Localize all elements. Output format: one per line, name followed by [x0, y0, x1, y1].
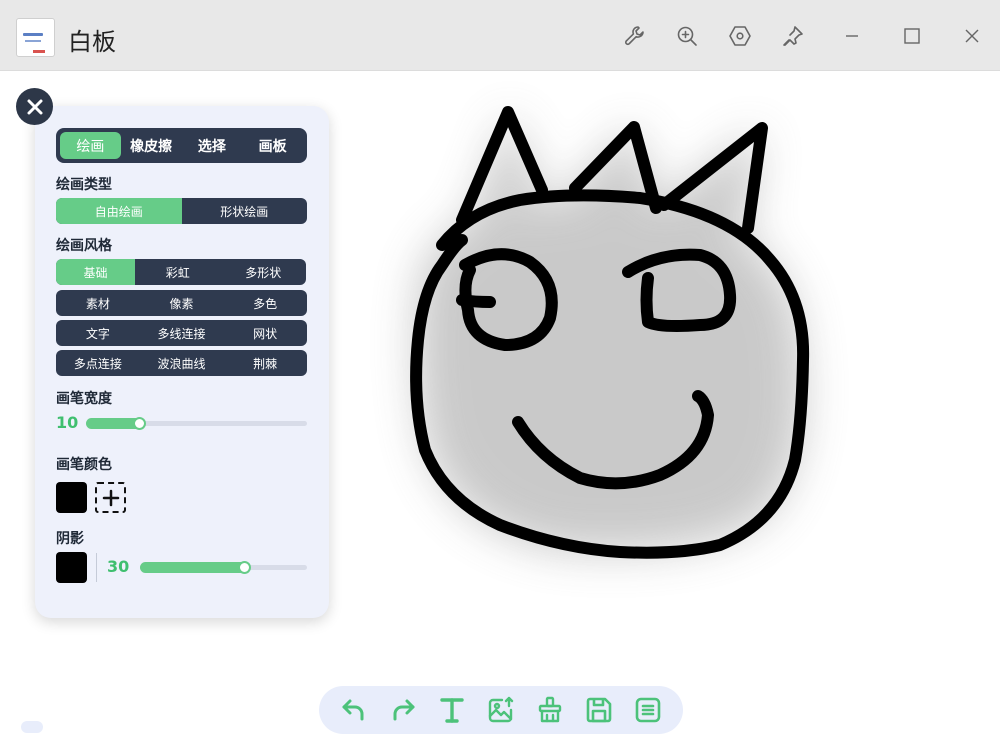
- style-rainbow[interactable]: 彩虹: [135, 259, 221, 285]
- pin-icon[interactable]: [779, 22, 807, 50]
- draw-type-shape[interactable]: 形状绘画: [182, 198, 308, 224]
- style-mesh[interactable]: 网状: [223, 320, 307, 346]
- undo-button[interactable]: [336, 692, 372, 728]
- draw-style-row-2: 素材 像素 多色: [56, 290, 307, 316]
- brush-width-slider-row: 10: [56, 413, 307, 433]
- clean-brush-icon: [538, 696, 562, 723]
- list-icon: [636, 697, 661, 723]
- brush-width-thumb[interactable]: [133, 417, 146, 430]
- image-upload-icon: [488, 696, 514, 723]
- close-panel-button[interactable]: [16, 88, 53, 125]
- wrench-icon[interactable]: [621, 22, 649, 50]
- window-title: 白板: [68, 28, 116, 56]
- brush-color-label: 画笔颜色: [56, 457, 112, 473]
- shadow-value: 30: [107, 557, 130, 576]
- style-multi-line[interactable]: 多线连接: [140, 320, 224, 346]
- brush-width-label: 画笔宽度: [56, 391, 112, 407]
- add-color-button[interactable]: [95, 482, 126, 513]
- brush-width-slider[interactable]: [86, 417, 307, 430]
- style-multi-color[interactable]: 多色: [223, 290, 307, 316]
- tab-eraser[interactable]: 橡皮擦: [121, 132, 182, 159]
- save-button[interactable]: [581, 692, 617, 728]
- minimize-icon[interactable]: [838, 22, 866, 50]
- divider: [96, 553, 97, 582]
- text-button[interactable]: [434, 692, 470, 728]
- app-logo-icon: [16, 18, 55, 57]
- shadow-fill: [140, 562, 246, 573]
- text-icon: [440, 698, 464, 723]
- shadow-slider[interactable]: [140, 561, 307, 574]
- menu-button[interactable]: [630, 692, 666, 728]
- brush-color-swatch[interactable]: [56, 482, 87, 513]
- settings-panel: 绘画 橡皮擦 选择 画板 绘画类型 自由绘画 形状绘画 绘画风格 基础 彩虹 多…: [35, 106, 329, 618]
- draw-style-row-3: 文字 多线连接 网状: [56, 320, 307, 346]
- bottom-toolbar: [319, 686, 683, 734]
- zoom-in-icon[interactable]: [673, 22, 701, 50]
- close-window-icon[interactable]: [958, 22, 986, 50]
- save-icon: [586, 697, 612, 723]
- title-bar: 白板: [0, 0, 1000, 71]
- shadow-slider-row: 30: [107, 557, 307, 577]
- draw-type-label: 绘画类型: [56, 177, 112, 193]
- image-upload-button[interactable]: [483, 692, 519, 728]
- close-icon: [27, 99, 42, 114]
- draw-style-label: 绘画风格: [56, 238, 112, 254]
- mode-tabs: 绘画 橡皮擦 选择 画板: [56, 128, 307, 163]
- style-text[interactable]: 文字: [56, 320, 140, 346]
- shadow-color-swatch[interactable]: [56, 552, 87, 583]
- draw-type-selector: 自由绘画 形状绘画: [56, 198, 307, 224]
- style-thorns[interactable]: 荆棘: [223, 350, 307, 376]
- draw-type-free[interactable]: 自由绘画: [56, 198, 182, 224]
- collapse-handle[interactable]: [21, 721, 43, 733]
- plus-icon: [102, 489, 119, 506]
- shadow-thumb[interactable]: [238, 561, 251, 574]
- clear-button[interactable]: [532, 692, 568, 728]
- tab-select[interactable]: 选择: [182, 132, 243, 159]
- settings-hexagon-icon[interactable]: [726, 22, 754, 50]
- draw-style-row-1: 基础 彩虹 多形状: [56, 259, 306, 285]
- shadow-label: 阴影: [56, 531, 84, 547]
- tab-board[interactable]: 画板: [242, 132, 303, 159]
- style-material[interactable]: 素材: [56, 290, 140, 316]
- tab-draw[interactable]: 绘画: [60, 132, 121, 159]
- style-basic[interactable]: 基础: [56, 259, 135, 285]
- draw-style-row-4: 多点连接 波浪曲线 荆棘: [56, 350, 307, 376]
- style-wave-curve[interactable]: 波浪曲线: [140, 350, 224, 376]
- style-pixel[interactable]: 像素: [140, 290, 224, 316]
- redo-icon: [393, 699, 415, 721]
- style-multi-shape[interactable]: 多形状: [221, 259, 307, 285]
- maximize-icon[interactable]: [898, 22, 926, 50]
- redo-button[interactable]: [385, 692, 421, 728]
- undo-icon: [342, 699, 364, 721]
- style-multi-point[interactable]: 多点连接: [56, 350, 140, 376]
- brush-width-value: 10: [56, 413, 79, 432]
